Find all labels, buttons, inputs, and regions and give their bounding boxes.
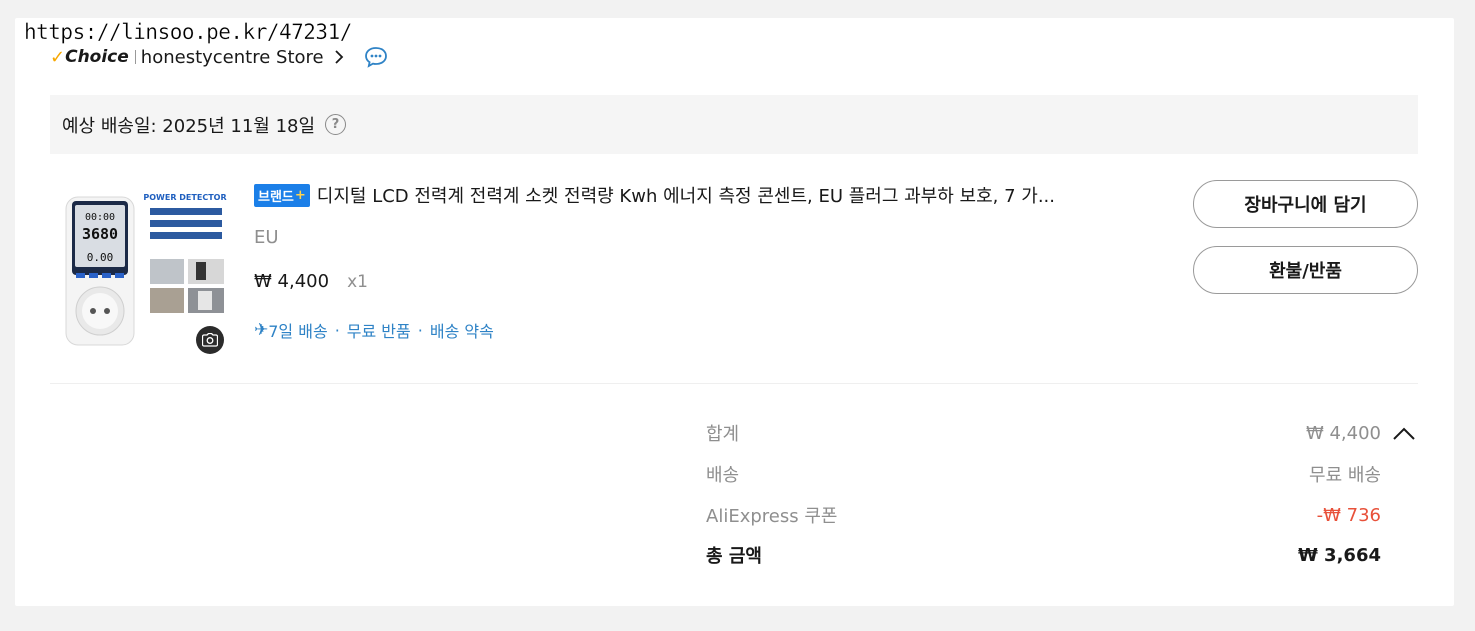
coupon-label: AliExpress 쿠폰 [706,506,838,527]
section-divider [50,383,1418,384]
brand-badge-label: 브랜드 [258,189,294,205]
product-title[interactable]: 디지털 LCD 전력계 전력계 소켓 전력량 Kwh 에너지 측정 콘센트, E… [317,182,1055,208]
choice-label: Choice [65,47,129,67]
total-label: 총 금액 [706,546,762,567]
fast-delivery-label: 7일 배송 [268,322,328,341]
lcd-top: 00:00 [85,212,115,223]
product-title-row[interactable]: 브랜드 + 디지털 LCD 전력계 전력계 소켓 전력량 Kwh 에너지 측정 콘… [254,182,1144,208]
image-header: POWER DETECTOR [143,193,226,202]
shipping-benefits[interactable]: ✈ 7일 배송 · 무료 반품 · 배송 약속 [254,318,494,342]
product-quantity: x1 [347,272,368,292]
price-row: ₩ 4,400 x1 [254,271,368,292]
separator-dot: · [334,320,340,340]
chat-bubble-icon[interactable] [364,46,388,68]
subtotal-label: 합계 [706,424,740,445]
plus-icon: + [294,187,306,203]
delivery-date-text: 예상 배송일: 2025년 11월 18일 [62,115,316,137]
refund-return-button[interactable]: 환불/반품 [1193,246,1418,294]
free-return-label: 무료 반품 [346,322,411,341]
airplane-icon: ✈ [254,320,269,340]
subtotal-row: 합계 ₩ 4,400 [706,420,1381,446]
choice-logo: ✓ Choice [50,47,129,68]
brand-plus-badge: 브랜드 + [254,183,310,207]
total-row: 총 금액 ₩ 3,664 [706,542,1381,568]
help-icon[interactable]: ? [325,114,347,135]
product-price: ₩ 4,400 [254,271,330,292]
total-value: ₩ 3,664 [1297,544,1381,566]
shipping-label: 배송 [706,465,740,486]
add-to-cart-button[interactable]: 장바구니에 담기 [1193,180,1418,228]
store-header[interactable]: ✓ Choice honestycentre Store [50,43,388,71]
store-name[interactable]: honestycentre Store [141,47,324,68]
shipping-row: 배송 무료 배송 [706,461,1381,487]
delivery-promise-label: 배송 약속 [429,322,494,341]
subtotal-value: ₩ 4,400 [1305,422,1381,444]
chevron-right-icon[interactable] [334,49,344,65]
delivery-estimate-bar: 예상 배송일: 2025년 11월 18일 ? [50,95,1418,154]
camera-icon[interactable] [196,326,224,354]
chevron-up-icon[interactable] [1392,425,1416,441]
separator-dot: · [417,320,423,340]
url-watermark: https://linsoo.pe.kr/47231/ [24,20,353,44]
divider [134,50,136,64]
shipping-value: 무료 배송 [1309,465,1381,486]
coupon-value: -₩ 736 [1316,504,1381,526]
product-variant: EU [254,227,279,248]
lcd-bottom: 0.00 [87,251,114,264]
coupon-row: AliExpress 쿠폰 -₩ 736 [706,502,1381,528]
checkmark-icon: ✓ [50,46,66,68]
lcd-mid: 3680 [82,225,118,243]
